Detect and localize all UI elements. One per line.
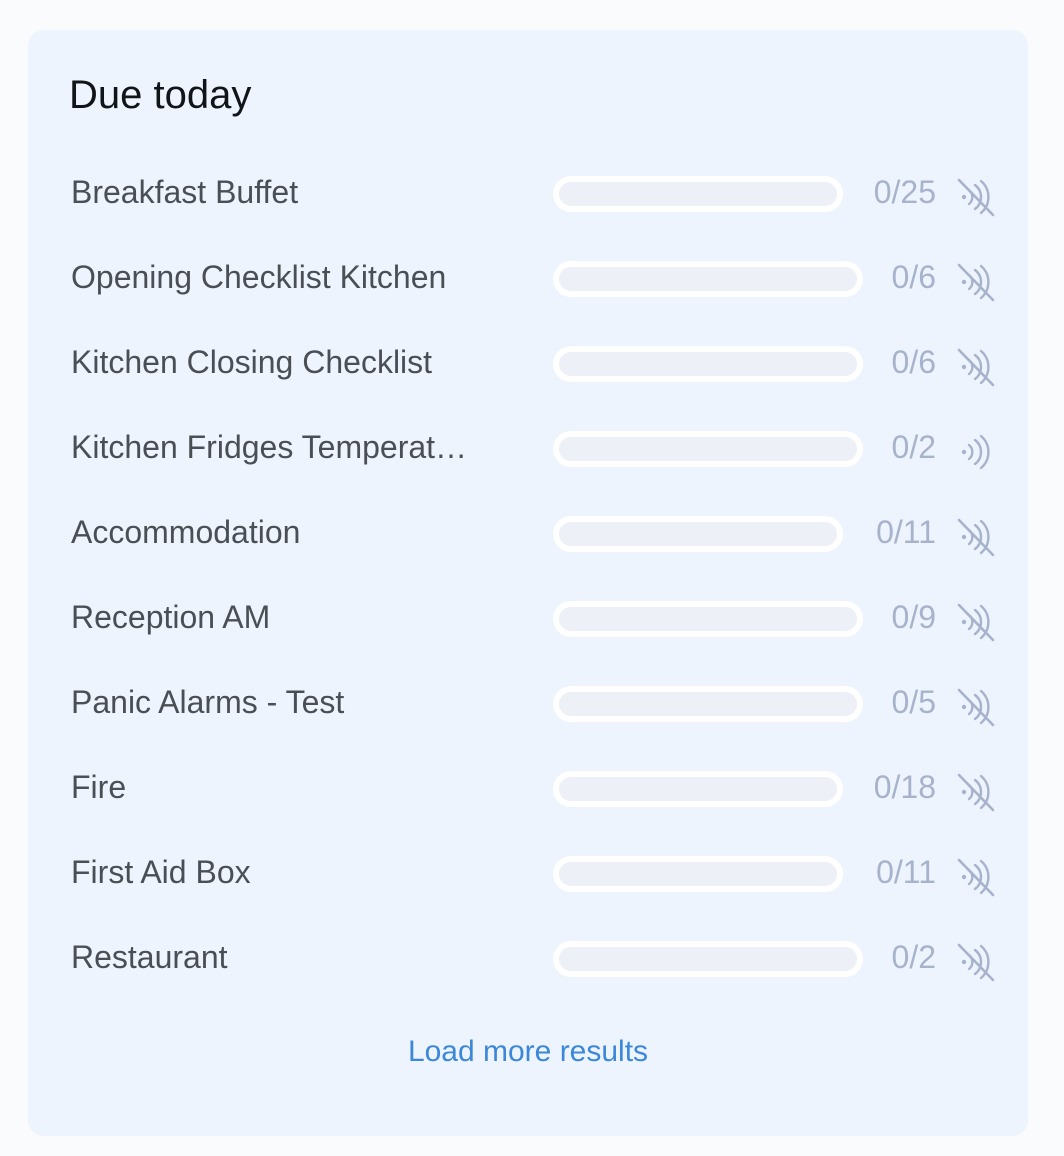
task-count: 0/6 bbox=[891, 259, 936, 295]
progress-bar bbox=[553, 261, 863, 297]
progress-bar bbox=[553, 771, 843, 807]
checklist-name: Opening Checklist Kitchen bbox=[71, 259, 447, 295]
task-count: 0/11 bbox=[876, 514, 936, 550]
task-count: 0/25 bbox=[873, 174, 936, 210]
checklist-row[interactable]: Kitchen Closing Checklist 0/6 bbox=[28, 322, 1028, 407]
checklist-name: Restaurant bbox=[71, 939, 228, 975]
progress-bar bbox=[553, 516, 843, 552]
checklist-name: Accommodation bbox=[71, 514, 301, 550]
task-count: 0/2 bbox=[891, 939, 936, 975]
checklist-name: Breakfast Buffet bbox=[71, 174, 299, 210]
nfc-enabled-icon bbox=[953, 430, 997, 474]
nfc-disabled-icon bbox=[953, 940, 997, 984]
task-count: 0/6 bbox=[891, 344, 936, 380]
task-count: 0/5 bbox=[891, 684, 936, 720]
checklist-row[interactable]: Panic Alarms - Test 0/5 bbox=[28, 662, 1028, 747]
checklist-row[interactable]: Restaurant 0/2 bbox=[28, 917, 1028, 1002]
progress-bar bbox=[553, 941, 863, 977]
checklist-row[interactable]: Accommodation 0/11 bbox=[28, 492, 1028, 577]
progress-bar bbox=[553, 601, 863, 637]
progress-bar bbox=[553, 686, 863, 722]
checklist-row[interactable]: Fire 0/18 bbox=[28, 747, 1028, 832]
task-count: 0/11 bbox=[876, 854, 936, 890]
nfc-disabled-icon bbox=[953, 260, 997, 304]
checklist-name: Fire bbox=[71, 769, 127, 805]
checklist-name: Kitchen Closing Checklist bbox=[71, 344, 433, 380]
progress-bar bbox=[553, 346, 863, 382]
load-more-results-link[interactable]: Load more results bbox=[28, 1032, 1028, 1072]
nfc-disabled-icon bbox=[953, 600, 997, 644]
due-today-card: Due today Breakfast Buffet 0/25 Opening … bbox=[28, 30, 1028, 1136]
checklist-row[interactable]: Reception AM 0/9 bbox=[28, 577, 1028, 662]
nfc-disabled-icon bbox=[953, 345, 997, 389]
checklist-row[interactable]: Kitchen Fridges Temperat… 0/2 bbox=[28, 407, 1028, 492]
checklist-row[interactable]: Breakfast Buffet 0/25 bbox=[28, 152, 1028, 237]
progress-bar bbox=[553, 856, 843, 892]
checklist-name: Kitchen Fridges Temperat… bbox=[71, 429, 468, 465]
checklist-row[interactable]: Opening Checklist Kitchen 0/6 bbox=[28, 237, 1028, 322]
nfc-disabled-icon bbox=[953, 685, 997, 729]
checklist-row[interactable]: First Aid Box 0/11 bbox=[28, 832, 1028, 917]
task-count: 0/9 bbox=[891, 599, 936, 635]
checklist-name: First Aid Box bbox=[71, 854, 251, 890]
checklist-name: Panic Alarms - Test bbox=[71, 684, 345, 720]
progress-bar bbox=[553, 431, 863, 467]
task-count: 0/2 bbox=[891, 429, 936, 465]
checklist-name: Reception AM bbox=[71, 599, 271, 635]
checklist-list: Breakfast Buffet 0/25 Opening Checklist … bbox=[28, 152, 1028, 1002]
task-count: 0/18 bbox=[873, 769, 936, 805]
nfc-disabled-icon bbox=[953, 855, 997, 899]
nfc-disabled-icon bbox=[953, 515, 997, 559]
progress-bar bbox=[553, 176, 843, 212]
card-title: Due today bbox=[69, 73, 252, 117]
nfc-disabled-icon bbox=[953, 175, 997, 219]
nfc-disabled-icon bbox=[953, 770, 997, 814]
